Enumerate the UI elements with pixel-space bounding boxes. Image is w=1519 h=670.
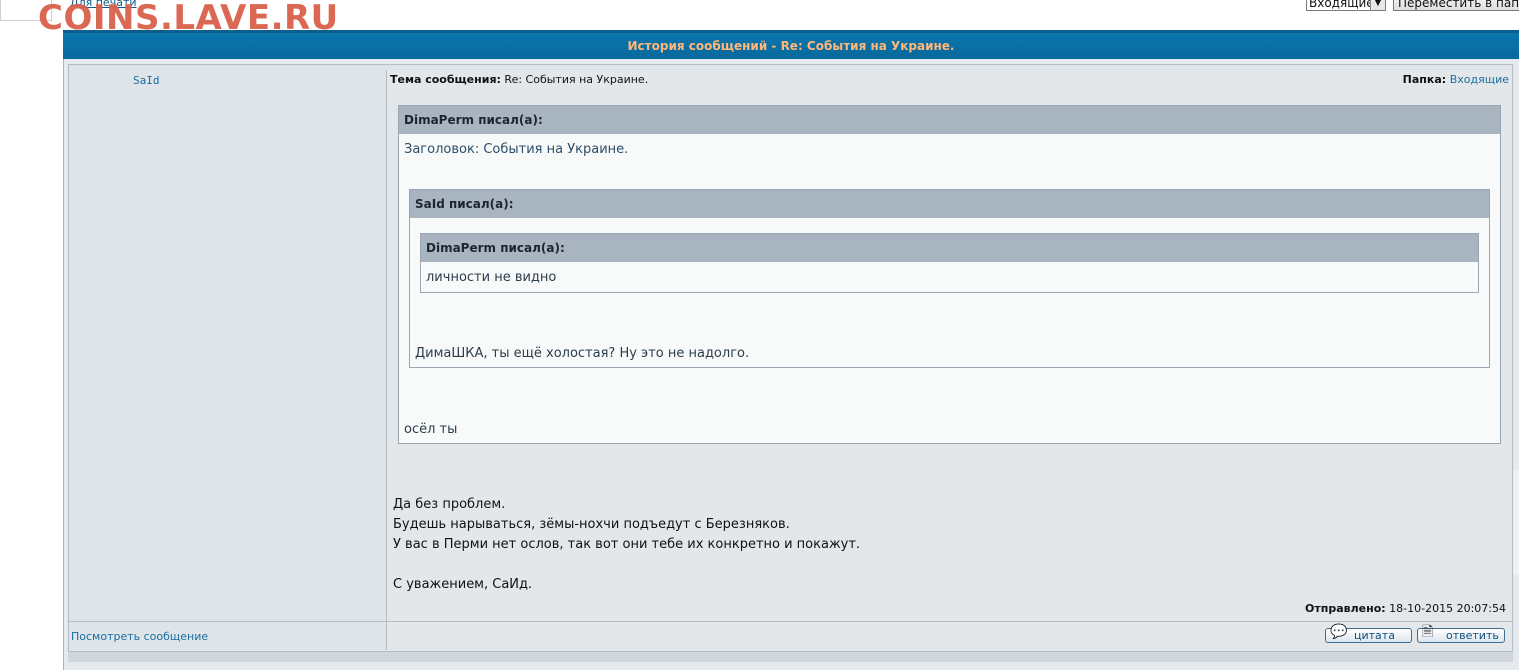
quote-3-header: DimaPerm писал(а): <box>421 234 1478 262</box>
author-link[interactable]: SaId <box>133 74 160 87</box>
quote-button[interactable]: 💬 цитата <box>1325 624 1412 643</box>
subject-line: Тема сообщения: Re: События на Украине. <box>390 73 648 86</box>
sent-label: Отправлено: <box>1305 602 1386 615</box>
body-line-3: У вас в Перми нет ослов, так вот они теб… <box>393 537 861 552</box>
side-scroll-edge <box>1512 470 1519 575</box>
folder-label: Папка: <box>1402 73 1447 86</box>
quote-bubble-icon: 💬 <box>1330 624 1348 640</box>
body-signature: С уважением, СаИд. <box>393 577 533 592</box>
quote-1-tail: осёл ты <box>404 422 458 437</box>
sent-value: 18-10-2015 20:07:54 <box>1389 602 1506 615</box>
folder-line: Папка: Входящие <box>1403 73 1509 86</box>
quote-1-title-line: Заголовок: События на Украине. <box>404 142 629 157</box>
document-icon: 🗎 <box>1422 624 1434 640</box>
quote-3-line: личности не видно <box>426 270 557 285</box>
subject-label: Тема сообщения: <box>390 73 501 86</box>
sent-timestamp: Отправлено: 18-10-2015 20:07:54 <box>1305 602 1506 615</box>
quote-block-3: DimaPerm писал(а): личности не видно <box>420 233 1479 293</box>
author-column <box>69 70 387 621</box>
reply-button[interactable]: 🗎 ответить <box>1417 624 1505 643</box>
move-to-folder-button[interactable]: Переместить в папку <box>1393 0 1519 11</box>
folder-select[interactable]: Входящие ▼ <box>1306 0 1386 11</box>
subject-value: Re: События на Украине. <box>504 73 649 86</box>
quote-2-header: SaId писал(а): <box>410 190 1489 218</box>
quote-1-header: DimaPerm писал(а): <box>399 106 1500 134</box>
reply-button-label: ответить <box>1446 629 1499 642</box>
quote-button-label: цитата <box>1354 629 1395 642</box>
folder-link[interactable]: Входящие <box>1450 73 1509 86</box>
bottom-divider <box>68 651 1513 662</box>
site-watermark: COINS.LAVE.RU <box>38 0 339 38</box>
view-message-link[interactable]: Посмотреть сообщение <box>71 630 208 643</box>
body-line-1: Да без проблем. <box>393 497 506 512</box>
quote-2-tail: ДимаШКА, ты ещё холостая? Ну это не надо… <box>415 346 750 361</box>
folder-select-value: Входящие <box>1309 0 1374 10</box>
body-line-2: Будешь нарываться, зёмы-нохчи подъедут с… <box>393 517 790 532</box>
chevron-down-icon: ▼ <box>1370 0 1385 10</box>
